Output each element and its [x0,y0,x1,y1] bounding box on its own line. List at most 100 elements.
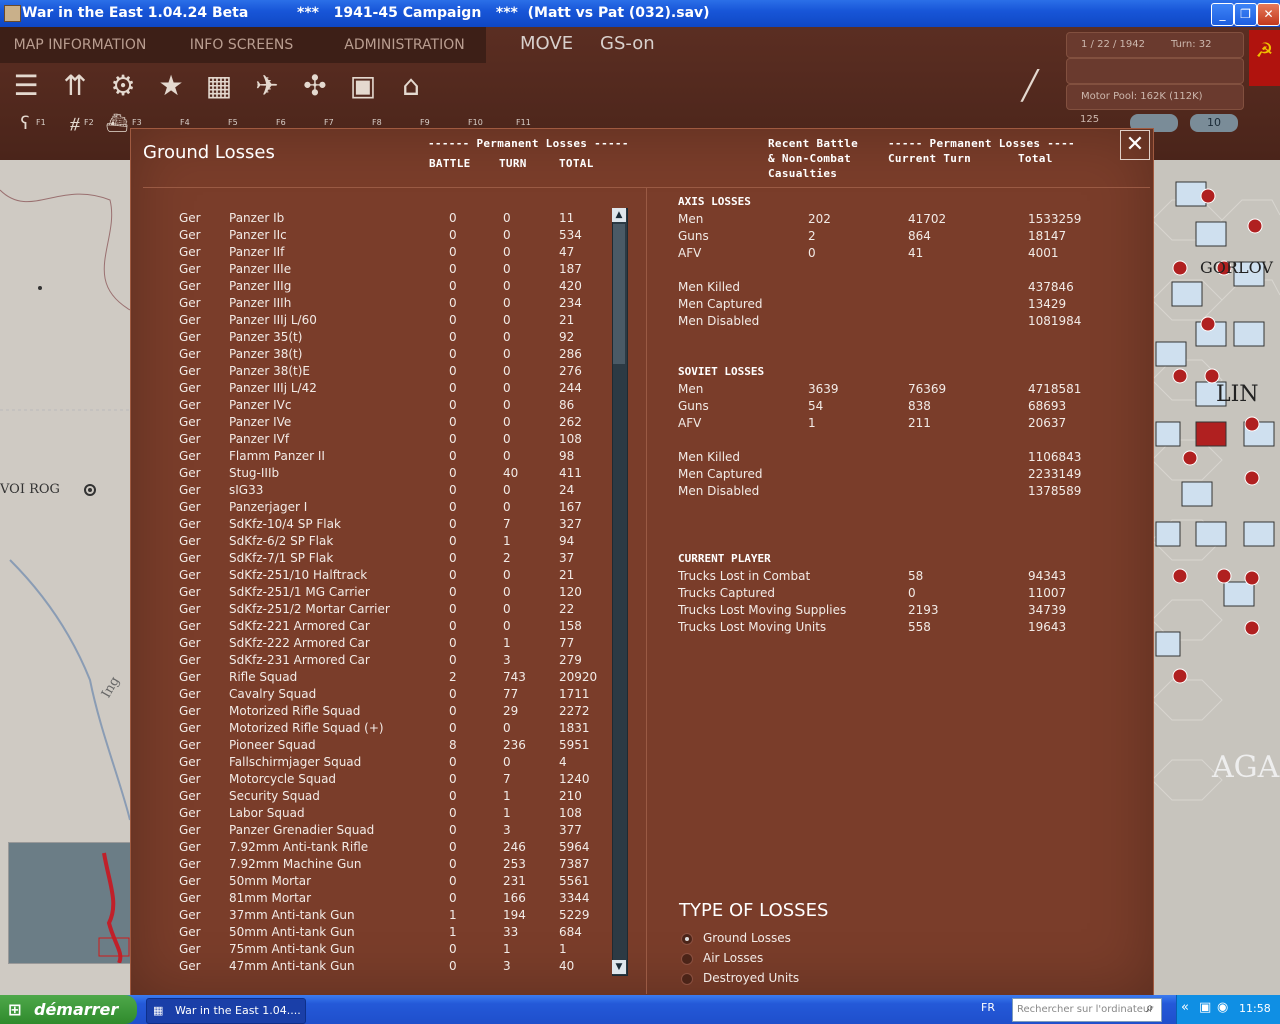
soviet-row-total: 4718581 [1028,382,1082,396]
row-turn: 0 [503,228,511,242]
row-battle: 0 [449,228,457,242]
row-unit-name: SdKfz-221 Armored Car [229,619,370,633]
tray-volume-icon[interactable]: ◉ [1217,1000,1228,1015]
axis-row-turn: 864 [908,229,931,243]
fuel-icon[interactable]: ▣ [345,68,381,104]
function-key-f10[interactable]: F10 [468,118,483,127]
window-close-button[interactable]: ✕ [1257,3,1280,26]
stack-icon[interactable]: ☰ [8,68,44,104]
star-icon[interactable]: ★ [153,68,189,104]
soviet-row-recent: 3639 [808,382,839,396]
scroll-down-icon[interactable]: ▼ [612,960,626,974]
naval-icon[interactable]: ⛴ [102,112,132,136]
loss-type-radio-1[interactable] [681,953,693,965]
zoom-level[interactable]: 10 [1190,114,1238,132]
start-button[interactable]: ⊞ démarrer [0,995,137,1024]
scrollbar-thumb[interactable] [613,224,625,364]
row-nation: Ger [179,245,201,259]
motor-pool-box: Motor Pool: 162K (112K) [1066,84,1244,110]
production-icon[interactable]: ▦ [201,68,237,104]
row-nation: Ger [179,619,201,633]
row-nation: Ger [179,602,201,616]
row-turn: 0 [503,296,511,310]
row-nation: Ger [179,925,201,939]
menu-administration[interactable]: ADMINISTRATION [323,27,486,63]
loss-type-label-0[interactable]: Ground Losses [703,931,791,945]
row-total: 534 [559,228,582,242]
player-row-label: Trucks Lost Moving Supplies [678,603,847,617]
row-nation: Ger [179,670,201,684]
row-total: 3344 [559,891,590,905]
row-battle: 0 [449,840,457,854]
row-total: 167 [559,500,582,514]
col-battle: BATTLE [429,157,471,170]
loss-type-label-2[interactable]: Destroyed Units [703,971,799,985]
function-key-f11[interactable]: F11 [516,118,531,127]
menu-info-screens[interactable]: INFO SCREENS [160,27,324,63]
row-total: 279 [559,653,582,667]
loss-type-label-1[interactable]: Air Losses [703,951,763,965]
tray-arrow-icon[interactable]: « [1181,1000,1189,1015]
function-key-f3[interactable]: F3 [132,118,142,127]
function-key-f6[interactable]: F6 [276,118,286,127]
loss-type-radio-2[interactable] [681,973,693,985]
language-indicator[interactable]: FR [981,1001,995,1014]
function-key-f5[interactable]: F5 [228,118,238,127]
function-key-f2[interactable]: F2 [84,118,94,127]
draw-line-icon[interactable]: ╱ [1012,68,1048,104]
function-key-f8[interactable]: F8 [372,118,382,127]
row-unit-name: Motorized Rifle Squad [229,704,361,718]
axis-row-total: 4001 [1028,246,1059,260]
function-key-f1[interactable]: F1 [36,118,46,127]
scroll-up-icon[interactable]: ▲ [612,208,626,222]
row-total: 37 [559,551,575,565]
menu-map-information[interactable]: MAP INFORMATION [0,27,161,63]
loss-type-radio-0[interactable] [681,933,693,945]
air-combat-icon[interactable]: ✈ [249,68,285,104]
row-total: 20920 [559,670,598,684]
window-titlebar[interactable]: War in the East 1.04.24 Beta *** 1941-45… [0,0,1280,27]
row-unit-name: 75mm Anti-tank Gun [229,942,355,956]
gear-icon[interactable]: ⚙ [105,68,141,104]
map-area-right[interactable]: GORLOV LIN AGAN [1151,160,1280,995]
row-unit-name: Panzer IVf [229,432,290,446]
row-battle: 0 [449,313,457,327]
table-row: Ger Panzer Grenadier Squad 0 3 377 [0,823,620,840]
table-row: Ger Pioneer Squad 8 236 5951 [0,738,620,755]
minimize-button[interactable]: _ [1211,3,1234,26]
row-total: 5229 [559,908,590,922]
table-row: Ger SdKfz-10/4 SP Flak 0 7 327 [0,517,620,534]
row-total: 40 [559,959,575,973]
row-total: 158 [559,619,582,633]
row-total: 22 [559,602,575,616]
reinforce-icon[interactable]: ⇈ [57,68,93,104]
function-key-f7[interactable]: F7 [324,118,334,127]
row-battle: 0 [449,704,457,718]
axis-disabled-value: 1081984 [1028,314,1082,328]
row-turn: 0 [503,602,511,616]
row-unit-name: Panzer IIf [229,245,285,259]
row-battle: 0 [449,772,457,786]
mode-gs[interactable]: GS-on [600,33,655,54]
soviet-row-recent: 1 [808,416,816,430]
row-nation: Ger [179,364,201,378]
search-icon[interactable]: ⌕ [1146,1000,1154,1016]
function-key-f4[interactable]: F4 [180,118,190,127]
row-nation: Ger [179,534,201,548]
maximize-button[interactable]: ❐ [1234,3,1257,26]
player-row-label: Trucks Captured [678,586,776,600]
taskbar-item-war-in-the-east[interactable]: ▦ War in the East 1.04.... [146,998,306,1024]
air-recon-icon[interactable]: ✣ [297,68,333,104]
mode-move[interactable]: MOVE [520,33,573,54]
row-unit-name: 7.92mm Anti-tank Rifle [229,840,369,854]
col-total-right: Total [1018,152,1053,165]
function-key-f9[interactable]: F9 [420,118,430,127]
row-turn: 0 [503,262,511,276]
row-nation: Ger [179,789,201,803]
row-total: 108 [559,432,582,446]
depot-icon[interactable]: ⌂ [393,68,429,104]
row-turn: 40 [503,466,519,480]
tray-network-icon[interactable]: ▣ [1199,1000,1211,1015]
desktop-search-input[interactable]: Rechercher sur l'ordinateur [1012,998,1162,1022]
panel-close-button[interactable]: ✕ [1120,130,1150,160]
